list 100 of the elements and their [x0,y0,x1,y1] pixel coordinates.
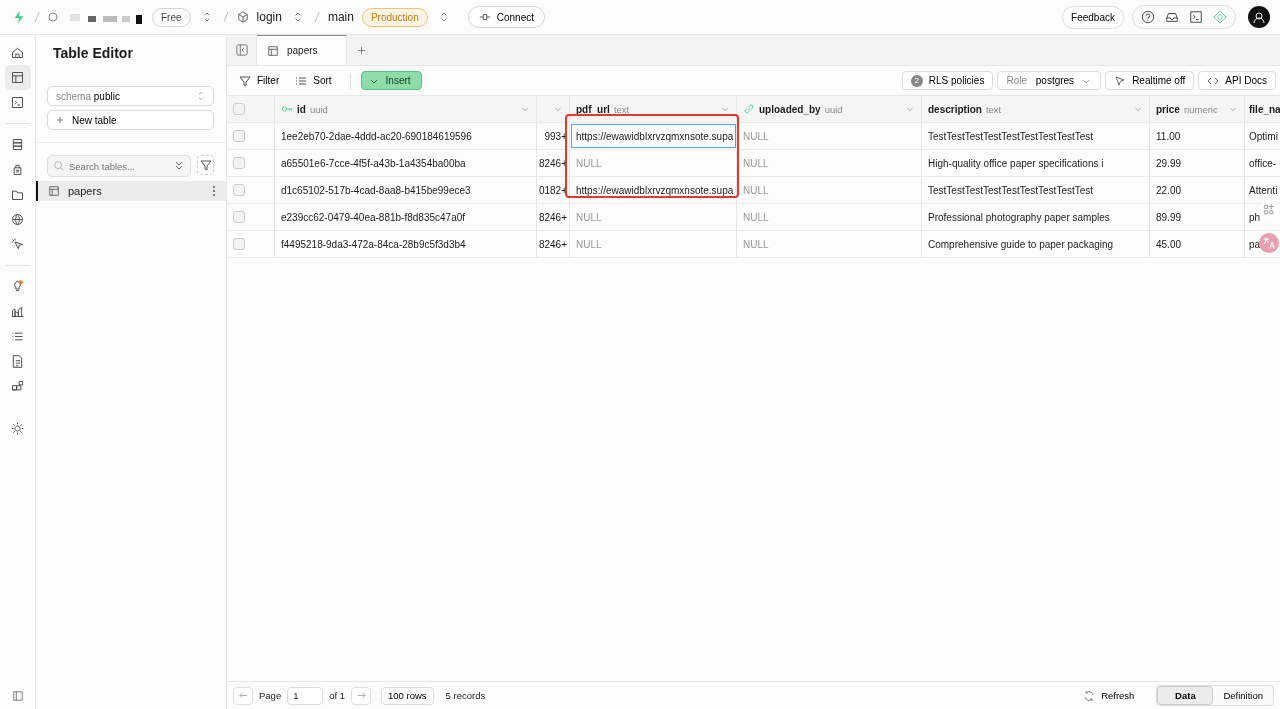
double-chevron-icon[interactable] [173,160,185,172]
realtime-button[interactable]: Realtime off [1105,71,1195,90]
sidebar-toggle-icon[interactable] [12,691,23,701]
translate-icon[interactable] [1259,233,1279,253]
table-cell[interactable]: TestTestTestTestTestTestTestTestTest [922,177,1150,203]
column-type: uuid [824,103,843,115]
chevron-updown-icon[interactable] [439,11,448,23]
breadcrumb-separator [34,11,40,23]
column-header[interactable]: description [928,103,982,115]
link-icon [743,103,755,115]
rls-policies-button[interactable]: 2 RLS policies [901,71,994,90]
add-tab-icon[interactable] [356,45,366,55]
sort-button[interactable]: Sort [291,74,340,87]
table-list-item[interactable]: papers [36,181,226,201]
table-tab[interactable]: papers [257,35,347,65]
table-cell[interactable]: Optimi [1245,123,1280,149]
cursor-icon [1114,74,1127,87]
api-docs-button[interactable]: API Docs [1198,71,1276,90]
breadcrumb-separator [222,11,229,23]
column-type: text [985,103,1002,115]
table-icon [48,185,60,197]
table-cell[interactable]: f4495218-9da3-472a-84ca-28b9c5f3d3b4 [275,231,537,257]
arrow-left-icon [237,690,249,701]
panel-toggle-icon[interactable] [235,44,248,56]
help-icon[interactable] [1141,10,1155,24]
cube-icon [236,11,249,23]
count-badge: 2 [910,74,923,87]
table-cell[interactable]: https://ewawidblxrvzqmxnsote.supa [570,123,737,149]
row-checkbox[interactable] [233,184,245,196]
filter-button[interactable] [197,155,214,175]
project-name[interactable]: login [256,10,282,24]
table-cell[interactable]: 29.99 [1150,150,1245,176]
table-cell[interactable]: ph [1245,204,1280,230]
table-cell[interactable]: High-quality office paper specifications i [922,150,1150,176]
column-header[interactable]: pdf_url [576,103,610,115]
table-cell[interactable]: pa [1245,231,1280,257]
table-cell[interactable]: 45.00 [1150,231,1245,257]
page-count: of 1 [329,690,346,701]
select-all-checkbox[interactable] [233,103,245,115]
list-icon [295,74,308,87]
table-cell[interactable]: 89.99 [1150,204,1245,230]
column-header[interactable]: id [297,103,306,115]
row-checkbox[interactable] [233,157,245,169]
chevron-updown-icon [197,91,205,101]
terminal-icon[interactable] [1189,10,1203,24]
table-cell[interactable]: office- [1245,150,1280,176]
table-cell[interactable]: Comprehensive guide to paper packaging [922,231,1150,257]
column-type: numeric [1183,103,1218,115]
search-bar[interactable]: Search tables... [47,155,191,177]
chevron-updown-icon[interactable] [202,11,211,23]
breadcrumb-separator [313,11,320,23]
new-table-button[interactable]: New table [47,110,214,130]
more-icon[interactable] [212,185,216,197]
insert-button[interactable]: Insert [360,71,422,90]
table-cell[interactable]: 11.00 [1150,123,1245,149]
rows-per-page-button[interactable]: 100 rows [381,686,434,705]
table-cell[interactable]: Attenti [1245,177,1280,203]
column-type: text [613,103,630,115]
table-cell[interactable]: 993+ [537,123,570,149]
view-tab[interactable]: Definition [1213,686,1273,705]
search-icon [53,160,65,172]
refresh-button[interactable]: Refresh [1077,688,1141,703]
filter-icon [239,74,251,87]
plug-icon [478,11,491,23]
row-checkbox[interactable] [233,211,245,223]
table-cell[interactable]: 8246+ [537,231,570,257]
column-header[interactable]: price [1156,103,1180,115]
avatar[interactable] [1248,6,1270,28]
table-cell[interactable]: 1ee2eb70-2dae-4ddd-ac20-690184619596 [275,123,537,149]
row-checkbox[interactable] [233,238,245,250]
table-cell[interactable]: 8246+ [537,150,570,176]
table-cell[interactable]: d1c65102-517b-4cad-8aa8-b415be99ece3 [275,177,537,203]
previous-page-button[interactable] [233,686,253,705]
connect-button[interactable]: Connect [467,6,545,28]
page-field[interactable]: 1 [287,686,324,705]
chevron-updown-icon[interactable] [293,11,302,23]
table-cell[interactable]: e239cc62-0479-40ea-881b-f8d835c47a0f [275,204,537,230]
inbox-icon[interactable] [1165,10,1179,24]
table-cell[interactable]: 8246+ [537,204,570,230]
role-select[interactable]: Role postgres [997,71,1102,90]
table-cell[interactable]: https://ewawidblxrvzqmxnsote.supa [570,177,737,203]
search-field[interactable]: Search tables... [69,160,169,172]
filter-button[interactable]: Filter [235,74,288,87]
table-cell[interactable]: 0182+ [537,177,570,203]
feedback-button[interactable]: Feedback [1062,5,1124,29]
plus-icon [56,116,64,124]
table-cell[interactable]: TestTestTestTestTestTestTestTestTest [922,123,1150,149]
branch-name[interactable]: main [327,10,354,24]
row-checkbox[interactable] [233,130,245,142]
table-icon[interactable] [4,65,31,90]
table-cell[interactable]: Professional photography paper samples [922,204,1150,230]
arrow-right-icon [355,690,367,701]
table-cell[interactable]: a65501e6-7cce-4f5f-a43b-1a4354ba00ba [275,150,537,176]
column-header[interactable]: uploaded_by [759,103,821,115]
column-header[interactable]: file_na [1249,103,1280,115]
view-tab[interactable]: Data [1157,686,1214,705]
schema-select[interactable]: schema public [47,86,214,106]
table-cell[interactable]: 22.00 [1150,177,1245,203]
logo-icon[interactable] [12,9,26,25]
diamond-icon[interactable] [1213,10,1227,24]
